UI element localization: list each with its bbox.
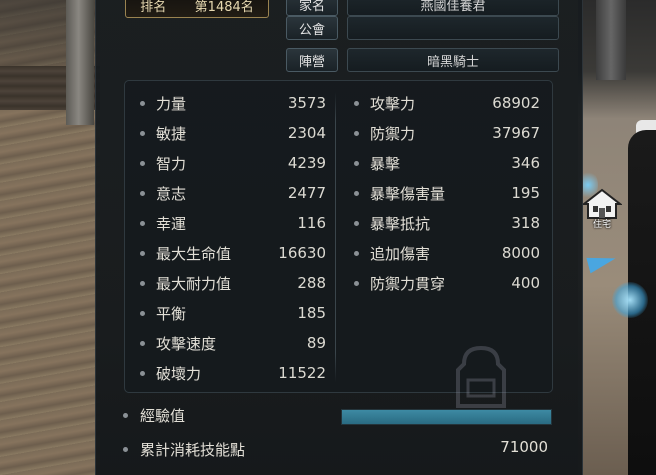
stat-label: 防禦力 (370, 124, 416, 143)
exp-progress-bar (341, 409, 552, 425)
guild-value (347, 16, 559, 40)
stat-value: 2477 (287, 184, 326, 202)
stat-value: 89 (306, 334, 326, 352)
stat-strength: 力量 3573 (140, 88, 326, 118)
stat-value: 195 (511, 184, 540, 202)
stat-attack-speed: 攻擊速度 89 (140, 328, 326, 358)
bullet-icon (140, 340, 145, 346)
glow-effect (612, 282, 648, 318)
faction-label: 陣營 (286, 48, 338, 72)
stat-attack: 攻擊力 68902 (354, 88, 540, 118)
stat-critical-resist: 暴擊抵抗 318 (354, 208, 540, 238)
bullet-icon (140, 130, 145, 136)
stat-label: 智力 (156, 154, 187, 173)
stat-value: 11522 (278, 364, 326, 382)
stat-intelligence: 智力 4239 (140, 148, 326, 178)
bullet-icon (123, 412, 128, 418)
family-name-label: 家名 (286, 0, 338, 16)
stat-value: 16630 (278, 244, 326, 262)
guild-label: 公會 (286, 16, 338, 40)
stat-label: 攻擊速度 (156, 334, 217, 353)
stat-critical: 暴擊 346 (354, 148, 540, 178)
background-tree (66, 0, 94, 125)
bullet-icon (354, 130, 359, 136)
stat-label: 防禦力貫穿 (370, 274, 446, 293)
stat-value: 116 (297, 214, 326, 232)
stat-label: 攻擊力 (370, 94, 416, 113)
stat-bonus-damage: 追加傷害 8000 (354, 238, 540, 268)
stat-label: 暴擊 (370, 154, 401, 173)
bullet-icon (140, 280, 145, 286)
exp-row: 經驗值 (123, 402, 185, 428)
column-divider (335, 92, 336, 382)
stat-value: 185 (297, 304, 326, 322)
stat-label: 幸運 (156, 214, 187, 233)
stat-label: 最大耐力值 (156, 274, 232, 293)
bullet-icon (123, 446, 128, 452)
house-label: 住宅 (592, 220, 611, 230)
stat-value: 37967 (492, 124, 540, 142)
stat-value: 2304 (287, 124, 326, 142)
stat-max-stamina: 最大耐力值 288 (140, 268, 326, 298)
bullet-icon (140, 220, 145, 226)
family-name-value: 燕國佳養君 (347, 0, 559, 16)
skill-points-value: 71000 (500, 438, 548, 456)
faction-value: 暗黑騎士 (347, 48, 559, 72)
stat-max-hp: 最大生命值 16630 (140, 238, 326, 268)
stat-critical-damage: 暴擊傷害量 195 (354, 178, 540, 208)
stat-label: 最大生命值 (156, 244, 232, 263)
background-tree-right (596, 0, 626, 80)
bullet-icon (354, 100, 359, 106)
bullet-icon (354, 280, 359, 286)
bullet-icon (140, 370, 145, 376)
stat-value: 3573 (287, 94, 326, 112)
house-icon (582, 188, 622, 219)
rank-display: 排名 第1484名 (125, 0, 269, 18)
stat-balance: 平衡 185 (140, 298, 326, 328)
exp-label: 經驗值 (140, 406, 186, 425)
bullet-icon (354, 160, 359, 166)
stat-will: 意志 2477 (140, 178, 326, 208)
stat-defense-penetration: 防禦力貫穿 400 (354, 268, 540, 298)
stat-label: 敏捷 (156, 124, 187, 143)
bullet-icon (140, 190, 145, 196)
stat-label: 平衡 (156, 304, 187, 323)
stat-value: 4239 (287, 154, 326, 172)
bullet-icon (140, 250, 145, 256)
bullet-icon (354, 190, 359, 196)
bullet-icon (140, 160, 145, 166)
bullet-icon (140, 100, 145, 106)
stat-value: 8000 (501, 244, 540, 262)
stat-agility: 敏捷 2304 (140, 118, 326, 148)
stat-label: 意志 (156, 184, 187, 203)
bullet-icon (140, 310, 145, 316)
stat-luck: 幸運 116 (140, 208, 326, 238)
stat-value: 68902 (492, 94, 540, 112)
backpack-icon (456, 345, 506, 408)
stat-destruction: 破壞力 11522 (140, 358, 326, 388)
stat-label: 暴擊傷害量 (370, 184, 446, 203)
stat-label: 追加傷害 (370, 244, 431, 263)
stat-label: 破壞力 (156, 364, 202, 383)
stat-label: 暴擊抵抗 (370, 214, 431, 233)
stat-value: 400 (511, 274, 540, 292)
bullet-icon (354, 250, 359, 256)
exp-progress-fill (342, 410, 551, 424)
stat-label: 力量 (156, 94, 187, 113)
stat-defense: 防禦力 37967 (354, 118, 540, 148)
bullet-icon (354, 220, 359, 226)
stat-value: 346 (511, 154, 540, 172)
skill-points-row: 累計消耗技能點 (123, 436, 245, 462)
rank-value: 第1484名 (194, 0, 254, 15)
stat-value: 318 (511, 214, 540, 232)
rank-label: 排名 (140, 0, 167, 15)
house-marker[interactable]: 住宅 (580, 188, 624, 232)
stat-value: 288 (297, 274, 326, 292)
skill-points-label: 累計消耗技能點 (140, 440, 246, 459)
